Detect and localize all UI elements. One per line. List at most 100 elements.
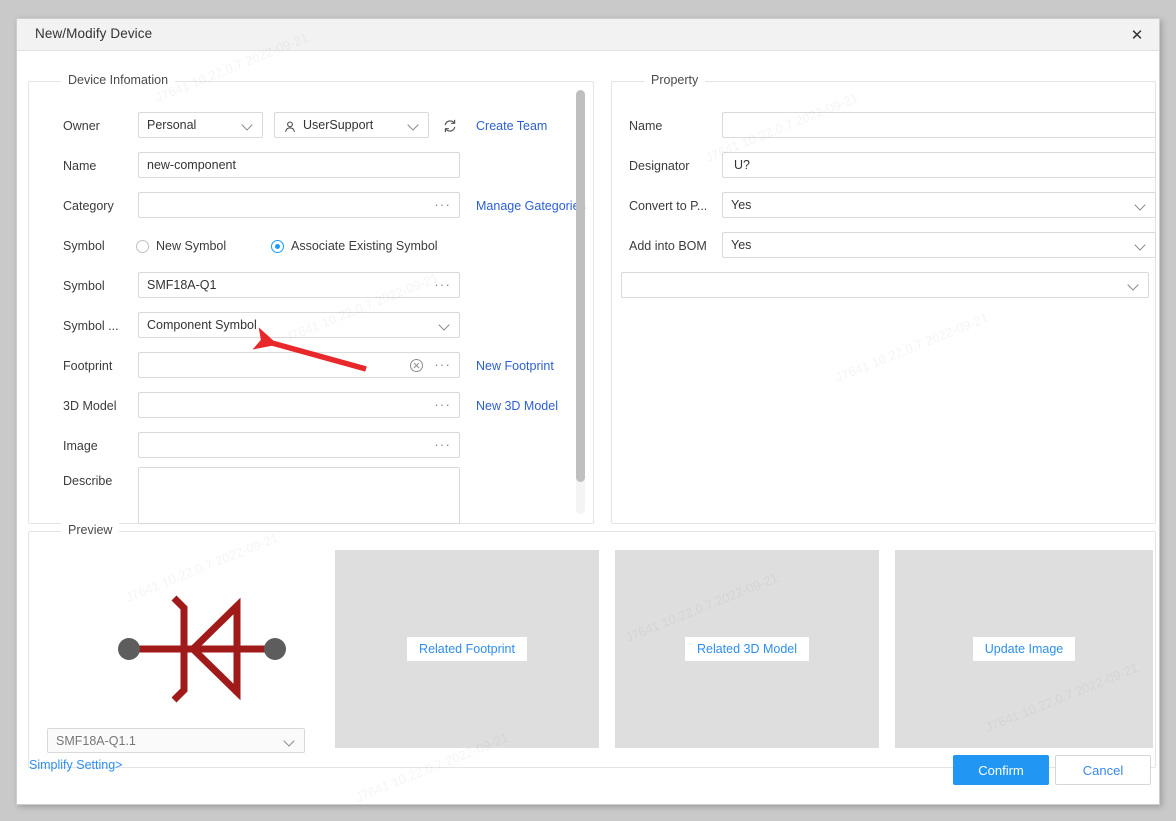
create-team-link[interactable]: Create Team <box>476 112 547 140</box>
chevron-down-icon <box>284 735 296 747</box>
name-value: new-component <box>147 158 236 172</box>
radio-new-symbol-label: New Symbol <box>156 239 227 253</box>
device-information-panel: Device Infomation Owner Personal UserSup… <box>28 73 594 524</box>
chevron-down-icon <box>242 119 254 131</box>
property-name-label: Name <box>629 119 663 133</box>
owner-scope-select[interactable]: Personal <box>138 112 263 138</box>
radio-indicator <box>136 239 149 253</box>
category-browse-icon[interactable]: ··· <box>428 198 451 211</box>
describe-label: Describe <box>63 474 113 488</box>
symbol-mode-label: Symbol <box>63 239 105 253</box>
symbol-type-label: Symbol ... <box>63 319 119 333</box>
property-designator-value: U? <box>734 158 750 172</box>
page-background: New/Modify Device ✕ Device Infomation Ow… <box>0 0 1176 821</box>
update-image-button[interactable]: Update Image <box>972 637 1076 661</box>
device-panel-scrollbar[interactable] <box>576 90 585 514</box>
radio-associate-existing-symbol[interactable]: Associate Existing Symbol <box>271 232 438 260</box>
property-extra-select[interactable] <box>621 272 1149 298</box>
footprint-preview-box[interactable]: Related Footprint <box>335 550 599 748</box>
footprint-label: Footprint <box>63 359 113 373</box>
name-row: Name new-component <box>29 152 593 180</box>
property-convert-label: Convert to P... <box>629 199 708 213</box>
dialog-title: New/Modify Device <box>35 26 153 41</box>
chevron-down-icon <box>439 319 451 331</box>
property-panel: Property Name Designator U? Convert to P… <box>611 73 1156 524</box>
model3d-preview-box[interactable]: Related 3D Model <box>615 550 879 748</box>
dialog-footer: Simplify Setting> Confirm Cancel <box>17 746 1159 804</box>
property-bom-value: Yes <box>731 238 752 252</box>
new-footprint-link[interactable]: New Footprint <box>476 352 554 380</box>
property-convert-value: Yes <box>731 198 752 212</box>
related-footprint-button[interactable]: Related Footprint <box>407 637 527 661</box>
radio-indicator <box>271 239 284 253</box>
chevron-down-icon <box>1135 199 1147 211</box>
model3d-input[interactable]: ··· <box>138 392 460 418</box>
category-label: Category <box>63 199 114 213</box>
close-icon[interactable]: ✕ <box>1115 19 1159 50</box>
radio-associate-existing-symbol-label: Associate Existing Symbol <box>291 239 438 253</box>
image-row: Image ··· <box>29 432 593 460</box>
owner-user-value: UserSupport <box>303 118 374 132</box>
footprint-input[interactable]: ··· <box>138 352 460 378</box>
device-information-legend: Device Infomation <box>61 73 176 87</box>
new-modify-device-dialog: New/Modify Device ✕ Device Infomation Ow… <box>16 18 1160 805</box>
chevron-down-icon <box>1135 239 1147 251</box>
symbol-row: Symbol SMF18A-Q1 ··· <box>29 272 593 300</box>
property-legend: Property <box>644 73 706 87</box>
confirm-button[interactable]: Confirm <box>953 755 1049 785</box>
radio-new-symbol[interactable]: New Symbol <box>136 232 226 260</box>
symbol-mode-row: Symbol New Symbol Associate Existing Sym… <box>29 232 593 260</box>
model3d-label: 3D Model <box>63 399 117 413</box>
symbol-type-row: Symbol ... Component Symbol <box>29 312 593 340</box>
owner-row: Owner Personal UserSupport Create Team <box>29 112 593 140</box>
owner-label: Owner <box>63 119 100 133</box>
symbol-input[interactable]: SMF18A-Q1 ··· <box>138 272 460 298</box>
image-preview-box[interactable]: Update Image <box>895 550 1153 748</box>
scrollbar-thumb[interactable] <box>576 90 585 482</box>
property-designator-row: Designator U? <box>612 152 1156 180</box>
property-bom-select[interactable]: Yes <box>722 232 1156 258</box>
symbol-label: Symbol <box>63 279 105 293</box>
property-designator-input[interactable]: U? <box>722 152 1156 178</box>
name-input[interactable]: new-component <box>138 152 460 178</box>
property-extra-row <box>612 272 1155 300</box>
property-name-input[interactable] <box>722 112 1156 138</box>
symbol-preview <box>47 550 325 748</box>
chevron-down-icon <box>1128 279 1140 291</box>
name-label: Name <box>63 159 97 173</box>
property-convert-row: Convert to P... Yes <box>612 192 1156 220</box>
image-input[interactable]: ··· <box>138 432 460 458</box>
footprint-browse-icon[interactable]: ··· <box>428 358 451 371</box>
footprint-row: Footprint ··· New Footprint <box>29 352 593 380</box>
property-name-row: Name <box>612 112 1156 140</box>
symbol-browse-icon[interactable]: ··· <box>428 278 451 291</box>
owner-scope-value: Personal <box>147 118 197 132</box>
category-input[interactable]: ··· <box>138 192 460 218</box>
chevron-down-icon <box>408 119 420 131</box>
preview-legend: Preview <box>61 523 120 537</box>
model3d-row: 3D Model ··· New 3D Model <box>29 392 593 420</box>
preview-panel: Preview SMF18A-Q1.1 Related Footprint Re… <box>28 523 1156 768</box>
refresh-icon[interactable] <box>441 117 459 135</box>
new-3d-model-link[interactable]: New 3D Model <box>476 392 558 420</box>
model3d-browse-icon[interactable]: ··· <box>428 398 451 411</box>
property-bom-row: Add into BOM Yes <box>612 232 1156 260</box>
user-icon <box>283 118 297 133</box>
property-designator-label: Designator <box>629 159 690 173</box>
manage-categories-link[interactable]: Manage Gategories <box>476 192 586 220</box>
property-convert-select[interactable]: Yes <box>722 192 1156 218</box>
zener-diode-symbol <box>118 595 286 703</box>
owner-user-select[interactable]: UserSupport <box>274 112 429 138</box>
cancel-button[interactable]: Cancel <box>1055 755 1151 785</box>
property-bom-label: Add into BOM <box>629 239 707 253</box>
image-browse-icon[interactable]: ··· <box>428 438 451 451</box>
describe-textarea[interactable] <box>138 467 460 524</box>
dialog-titlebar: New/Modify Device ✕ <box>17 19 1159 51</box>
category-row: Category ··· Manage Gategories <box>29 192 593 220</box>
symbol-type-select[interactable]: Component Symbol <box>138 312 460 338</box>
related-3d-model-button[interactable]: Related 3D Model <box>684 637 810 661</box>
symbol-value: SMF18A-Q1 <box>147 278 217 292</box>
image-label: Image <box>63 439 98 453</box>
clear-circle-icon[interactable] <box>410 358 424 372</box>
simplify-setting-link[interactable]: Simplify Setting> <box>29 758 122 772</box>
